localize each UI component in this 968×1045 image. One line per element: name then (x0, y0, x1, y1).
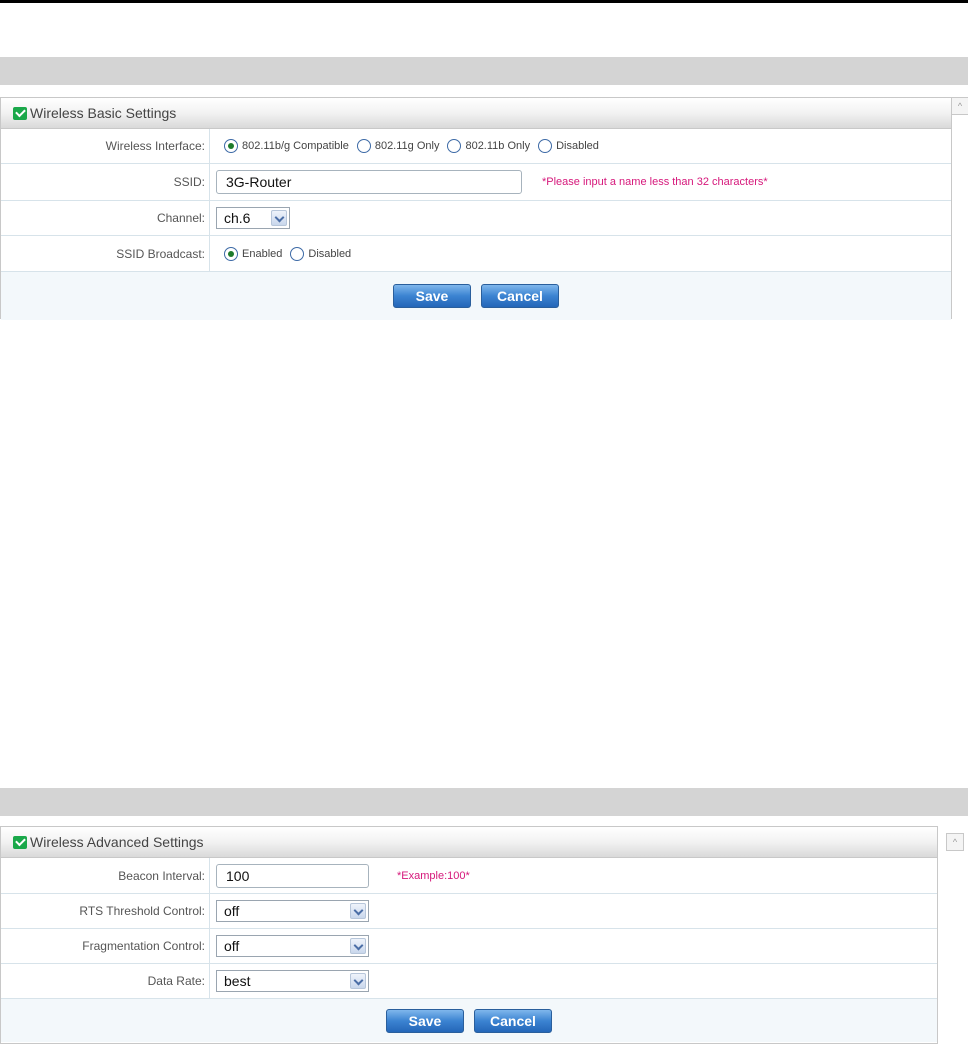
save-button[interactable]: Save (393, 284, 471, 308)
scroll-up-icon[interactable]: ^ (951, 97, 968, 115)
row-fragmentation: Fragmentation Control: off (1, 929, 937, 964)
wireless-interface-label: Wireless Interface: (1, 129, 210, 163)
ssid-input[interactable]: 3G-Router (216, 170, 522, 194)
radio-label: Disabled (308, 247, 352, 260)
wireless-basic-panel: Wireless Basic Settings Wireless Interfa… (0, 97, 952, 320)
radio-80211bg-compatible[interactable] (224, 139, 238, 153)
button-row-basic: Save Cancel (1, 272, 951, 320)
radio-label: 802.11b Only (465, 140, 531, 152)
channel-select[interactable]: ch.6 (216, 207, 290, 229)
radio-80211b-only[interactable] (447, 139, 462, 153)
ssid-hint: *Please input a name less than 32 charac… (542, 176, 768, 188)
rts-threshold-select[interactable]: off (216, 900, 369, 922)
chevron-down-icon (350, 938, 366, 954)
ssid-broadcast-label: SSID Broadcast: (1, 236, 210, 271)
wireless-advanced-panel: Wireless Advanced Settings Beacon Interv… (0, 826, 938, 1044)
data-rate-label: Data Rate: (1, 964, 210, 998)
panel-title: Wireless Advanced Settings (30, 834, 204, 850)
panel-header-advanced: Wireless Advanced Settings (1, 827, 937, 858)
chevron-down-icon (271, 210, 287, 226)
fragmentation-label: Fragmentation Control: (1, 929, 210, 963)
panel-title: Wireless Basic Settings (30, 105, 177, 121)
chevron-down-icon (350, 973, 366, 989)
section-bar-basic (0, 57, 968, 85)
beacon-hint: *Example:100* (397, 869, 470, 882)
rts-threshold-value: off (224, 903, 240, 919)
rts-threshold-label: RTS Threshold Control: (1, 894, 210, 928)
radio-80211g-only[interactable] (356, 139, 371, 153)
check-icon (13, 835, 27, 849)
check-icon (13, 106, 27, 120)
top-border (0, 0, 968, 3)
row-data-rate: Data Rate: best (1, 964, 937, 999)
row-rts-threshold: RTS Threshold Control: off (1, 894, 937, 929)
button-row-advanced: Save Cancel (1, 999, 937, 1042)
fragmentation-value: off (224, 938, 240, 954)
row-ssid: SSID: 3G-Router *Please input a name les… (1, 164, 951, 201)
radio-label: Disabled (556, 140, 599, 152)
row-wireless-interface: Wireless Interface: 802.11b/g Compatible… (1, 129, 951, 164)
channel-value: ch.6 (224, 210, 251, 226)
data-rate-value: best (224, 973, 251, 989)
section-bar-advanced (0, 788, 968, 816)
fragmentation-select[interactable]: off (216, 935, 369, 957)
channel-label: Channel: (1, 201, 210, 235)
chevron-down-icon (350, 903, 366, 919)
row-channel: Channel: ch.6 (1, 201, 951, 236)
row-ssid-broadcast: SSID Broadcast: Enabled Disabled (1, 236, 951, 272)
ssid-label: SSID: (1, 164, 210, 200)
cancel-button[interactable]: Cancel (474, 1008, 552, 1033)
row-beacon-interval: Beacon Interval: 100 *Example:100* (1, 858, 937, 894)
cancel-button[interactable]: Cancel (481, 284, 559, 308)
radio-label: 802.11g Only (374, 140, 440, 152)
radio-label: 802.11b/g Compatible (242, 140, 349, 152)
save-button[interactable]: Save (386, 1008, 464, 1033)
scroll-up-icon[interactable]: ^ (946, 833, 964, 851)
beacon-interval-label: Beacon Interval: (1, 858, 210, 893)
radio-label: Enabled (242, 247, 283, 260)
radio-interface-disabled[interactable] (538, 139, 553, 153)
panel-header-basic: Wireless Basic Settings (1, 98, 951, 129)
radio-broadcast-disabled[interactable] (290, 246, 305, 261)
radio-broadcast-enabled[interactable] (224, 246, 238, 261)
beacon-interval-input[interactable]: 100 (216, 863, 369, 888)
data-rate-select[interactable]: best (216, 970, 369, 992)
